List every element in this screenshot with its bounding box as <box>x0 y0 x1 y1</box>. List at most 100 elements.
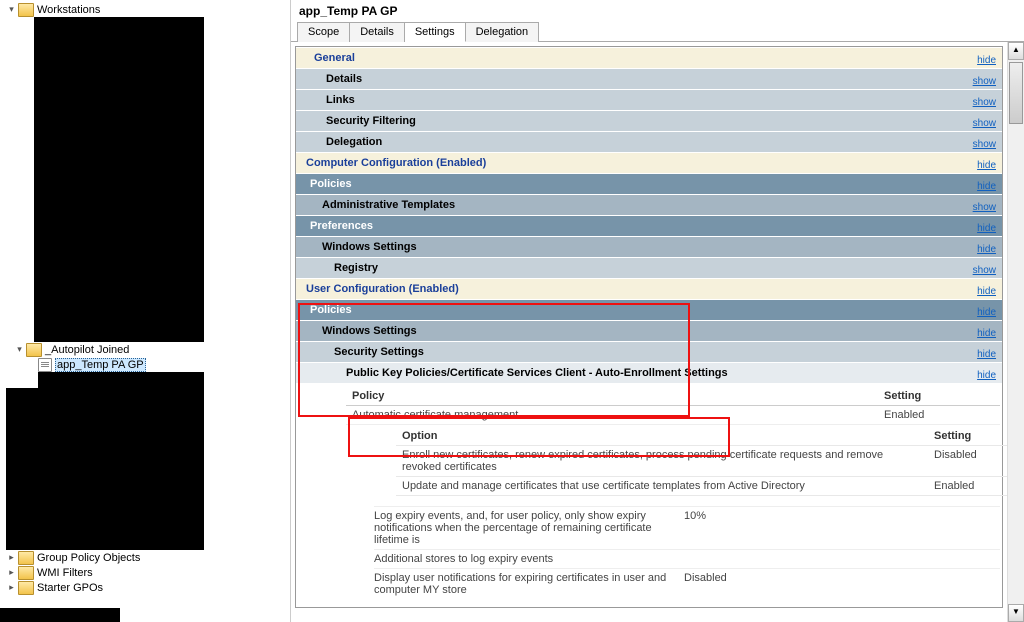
tree-collapse-icon[interactable]: ▾ <box>14 344 25 355</box>
cell-policy: Automatic certificate management <box>346 406 878 425</box>
table-row: Update and manage certificates that use … <box>396 477 1007 496</box>
toggle-link[interactable]: hide <box>977 160 996 171</box>
tree-pane: ▾ Workstations ▾ _Autopilot Joined app_T… <box>0 0 291 622</box>
subsection-security-filtering[interactable]: Security Filtering show <box>296 110 1002 131</box>
toggle-link[interactable]: hide <box>977 181 996 192</box>
cell-val <box>684 553 774 565</box>
scrollbar[interactable]: ▲ ▼ <box>1007 42 1024 622</box>
redacted-items <box>6 388 204 550</box>
tree-expand-icon[interactable]: ▸ <box>6 582 17 593</box>
toggle-link[interactable]: hide <box>977 244 996 255</box>
cell-setting: Enabled <box>928 477 1007 496</box>
section-label: Registry <box>334 262 996 274</box>
subsection-details[interactable]: Details show <box>296 68 1002 89</box>
section-label: Security Settings <box>334 346 996 358</box>
toggle-link[interactable]: hide <box>977 349 996 360</box>
cell-val: Disabled <box>684 572 774 596</box>
tree-label: _Autopilot Joined <box>45 344 129 356</box>
page-title: app_Temp PA GP <box>291 0 1024 22</box>
tab-scope[interactable]: Scope <box>297 22 350 42</box>
scroll-up-button[interactable]: ▲ <box>1008 42 1024 60</box>
section-computer-config[interactable]: Computer Configuration (Enabled) hide <box>296 152 1002 173</box>
table-row: Automatic certificate management Enabled <box>346 406 1000 425</box>
options-table: Option Setting Enroll new certificates, … <box>396 427 1007 496</box>
toggle-link[interactable]: show <box>973 97 996 108</box>
section-label: Windows Settings <box>322 325 996 337</box>
subsection-preferences[interactable]: Preferences hide <box>296 215 1002 236</box>
cell-setting: Enabled <box>878 406 1000 425</box>
section-label: Details <box>326 73 996 85</box>
section-general[interactable]: General hide <box>296 47 1002 68</box>
subsection-delegation[interactable]: Delegation show <box>296 131 1002 152</box>
tree-item-autopilot[interactable]: ▾ _Autopilot Joined <box>0 342 290 357</box>
scroll-track[interactable] <box>1008 126 1024 604</box>
section-label: Administrative Templates <box>322 199 996 211</box>
tree-item-wmi[interactable]: ▸ WMI Filters <box>0 565 290 580</box>
toggle-link[interactable]: hide <box>977 286 996 297</box>
cell-setting: Disabled <box>928 446 1007 477</box>
folder-icon <box>18 581 34 595</box>
toggle-link[interactable]: show <box>973 76 996 87</box>
toggle-link[interactable]: show <box>973 118 996 129</box>
toggle-link[interactable]: show <box>973 139 996 150</box>
tree-label-selected: app_Temp PA GP <box>55 358 146 372</box>
toggle-link[interactable]: hide <box>977 55 996 66</box>
gpo-link-icon <box>38 358 52 372</box>
cell-key: Log expiry events, and, for user policy,… <box>374 510 684 546</box>
table-row: Enroll new certificates, renew expired c… <box>396 446 1007 477</box>
tree-item-workstations[interactable]: ▾ Workstations <box>0 2 290 17</box>
cell-val: 10% <box>684 510 774 546</box>
subsection-links[interactable]: Links show <box>296 89 1002 110</box>
toggle-link[interactable]: hide <box>977 307 996 318</box>
cell-key: Display user notifications for expiring … <box>374 572 684 596</box>
report-box: General hide Details show Links show Sec… <box>295 46 1003 608</box>
subsection-pk-policies[interactable]: Public Key Policies/Certificate Services… <box>296 362 1002 383</box>
subsection-win-settings-user[interactable]: Windows Settings hide <box>296 320 1002 341</box>
cell-key: Additional stores to log expiry events <box>374 553 684 565</box>
subsection-admin-templates[interactable]: Administrative Templates show <box>296 194 1002 215</box>
section-label: Preferences <box>310 220 996 232</box>
folder-icon <box>18 3 34 17</box>
toggle-link[interactable]: show <box>973 202 996 213</box>
report-area: General hide Details show Links show Sec… <box>291 42 1007 622</box>
toggle-link[interactable]: hide <box>977 223 996 234</box>
subsection-policies-user[interactable]: Policies hide <box>296 299 1002 320</box>
th-setting: Setting <box>928 427 1007 446</box>
folder-icon <box>18 566 34 580</box>
redacted-items <box>34 17 204 342</box>
scroll-thumb[interactable] <box>1009 62 1023 124</box>
folder-icon <box>18 551 34 565</box>
section-label: Security Filtering <box>326 115 996 127</box>
section-label: Links <box>326 94 996 106</box>
tab-settings[interactable]: Settings <box>405 22 466 42</box>
tree-item-starter[interactable]: ▸ Starter GPOs <box>0 580 290 595</box>
th-policy: Policy <box>346 387 878 406</box>
cell-option: Enroll new certificates, renew expired c… <box>396 446 928 477</box>
tree-label: Workstations <box>37 4 100 16</box>
section-label: Policies <box>310 178 996 190</box>
subsection-policies[interactable]: Policies hide <box>296 173 1002 194</box>
section-label: General <box>314 52 996 64</box>
tab-delegation[interactable]: Delegation <box>466 22 540 42</box>
policy-settings-block: Policy Setting Automatic certificate man… <box>296 383 1002 607</box>
tab-details[interactable]: Details <box>350 22 405 42</box>
tree-item-gpo-selected[interactable]: app_Temp PA GP <box>0 357 290 372</box>
tree-item-gp-objects[interactable]: ▸ Group Policy Objects <box>0 550 290 565</box>
tree-label: WMI Filters <box>37 567 93 579</box>
tree-expand-icon[interactable]: ▸ <box>6 567 17 578</box>
window: ▾ Workstations ▾ _Autopilot Joined app_T… <box>0 0 1024 622</box>
section-label: User Configuration (Enabled) <box>306 283 996 295</box>
section-user-config[interactable]: User Configuration (Enabled) hide <box>296 278 1002 299</box>
tree-expand-icon[interactable]: ▾ <box>6 4 17 15</box>
toggle-link[interactable]: hide <box>977 328 996 339</box>
toggle-link[interactable]: show <box>973 265 996 276</box>
toggle-link[interactable]: hide <box>977 370 996 381</box>
redacted-items <box>38 372 204 388</box>
section-label: Windows Settings <box>322 241 996 253</box>
subsection-win-settings[interactable]: Windows Settings hide <box>296 236 1002 257</box>
folder-icon <box>26 343 42 357</box>
tree-expand-icon[interactable]: ▸ <box>6 552 17 563</box>
subsection-registry[interactable]: Registry show <box>296 257 1002 278</box>
scroll-down-button[interactable]: ▼ <box>1008 604 1024 622</box>
subsection-security-settings[interactable]: Security Settings hide <box>296 341 1002 362</box>
